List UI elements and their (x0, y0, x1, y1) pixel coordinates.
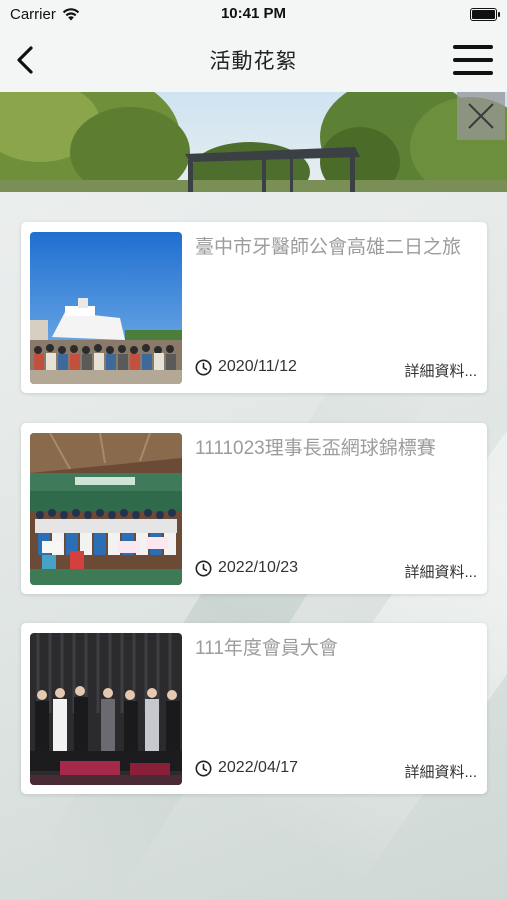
activity-title: 臺中市牙醫師公會高雄二日之旅 (195, 237, 462, 258)
banner-image (0, 92, 507, 192)
activity-date: 2022/04/17 (195, 759, 298, 777)
activity-title: 1111023理事長盃網球錦標賽 (195, 438, 436, 459)
battery-icon (470, 7, 500, 21)
chevron-left-icon (17, 46, 33, 74)
activity-date: 2022/10/23 (195, 559, 298, 577)
close-icon (468, 103, 494, 129)
activity-photo (30, 633, 182, 785)
clock-icon (195, 560, 212, 576)
park-pavilion-photo (0, 92, 507, 192)
clock-icon (195, 359, 212, 375)
activity-card[interactable]: 臺中市牙醫師公會高雄二日之旅 2020/11/12 詳細資料... (21, 222, 487, 393)
details-link[interactable]: 詳細資料... (404, 761, 477, 782)
group-photo-stage (30, 633, 182, 785)
navigation-bar: 活動花絮 (0, 28, 507, 92)
activity-title: 111年度會員大會 (195, 638, 338, 659)
details-link[interactable]: 詳細資料... (404, 561, 477, 582)
page-title: 活動花絮 (209, 50, 298, 73)
back-button[interactable] (8, 42, 42, 78)
hamburger-menu-icon-bar (453, 71, 493, 75)
status-bar: Carrier 10:41 PM (0, 0, 507, 28)
activity-card[interactable]: 1111023理事長盃網球錦標賽 2022/10/23 詳細資料... (21, 423, 487, 594)
clock-icon (195, 760, 212, 776)
activity-card[interactable]: 111年度會員大會 2022/04/17 詳細資料... (21, 623, 487, 794)
activity-date-text: 2022/10/23 (218, 559, 299, 576)
menu-button[interactable] (453, 45, 493, 75)
group-photo-harbor (30, 232, 182, 384)
activity-date-text: 2020/11/12 (218, 358, 297, 375)
hamburger-menu-icon-bar (453, 58, 493, 62)
activity-photo (30, 433, 182, 585)
group-photo-tennis (30, 433, 182, 585)
activity-date-text: 2022/04/17 (218, 759, 299, 776)
status-time: 10:41 PM (220, 5, 287, 22)
details-link[interactable]: 詳細資料... (404, 360, 477, 381)
close-banner-button[interactable] (457, 92, 505, 140)
activity-date: 2020/11/12 (195, 358, 297, 376)
hamburger-menu-icon-bar (453, 45, 493, 49)
activity-photo (30, 232, 182, 384)
